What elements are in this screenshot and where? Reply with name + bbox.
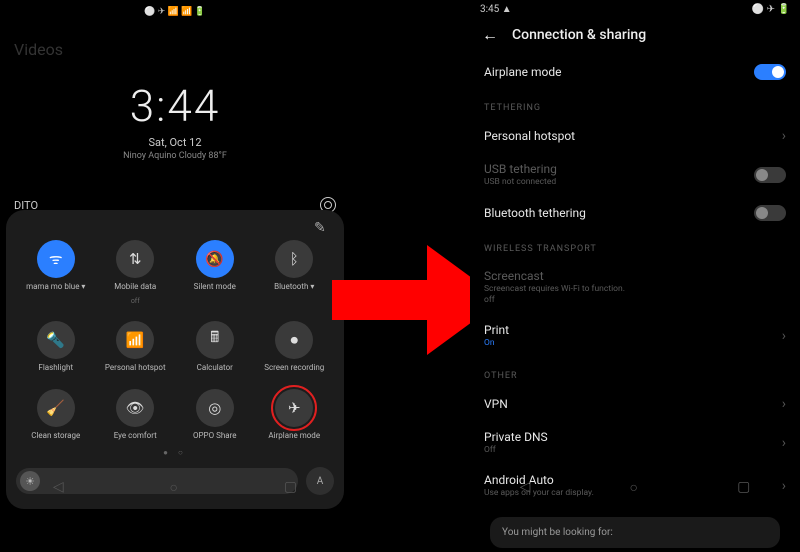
chevron-right-icon: › <box>782 396 786 412</box>
row-label: Print <box>484 323 509 337</box>
status-icons: ⚪ ✈ 📶 📶 🔋 <box>144 7 205 17</box>
qs-tile-label: OPPO Share <box>193 432 236 441</box>
nav-home[interactable]: ○ <box>170 479 178 496</box>
qs-tile-icon[interactable]: ✈ <box>275 389 313 427</box>
nav-bar: ◁ ○ ▢ <box>0 479 350 496</box>
nav-recent[interactable]: ▢ <box>284 479 297 496</box>
qs-tile-label: Personal hotspot <box>105 364 166 373</box>
row-private-dns[interactable]: Private DNS Off › <box>484 421 786 464</box>
qs-tile-label: Eye comfort <box>114 432 157 441</box>
settings-header: ← Connection & sharing <box>470 19 800 51</box>
qs-tile-icon[interactable]: ⏺ <box>275 321 313 359</box>
qs-tile-calculator[interactable]: 🖩 Calculator <box>175 321 255 373</box>
back-button[interactable]: ← <box>482 25 498 45</box>
clock-time: 3:44 <box>0 80 350 132</box>
row-sublabel: Screencast requires Wi-Fi to function. <box>484 284 625 294</box>
videos-label: Videos <box>14 40 63 59</box>
qs-tile-icon[interactable]: ᛒ <box>275 240 313 278</box>
row-label: Screencast <box>484 269 625 283</box>
row-usb-tethering: USB tethering USB not connected <box>484 153 786 196</box>
row-value: Off <box>484 445 548 455</box>
row-screencast: Screencast Screencast requires Wi-Fi to … <box>484 260 786 314</box>
row-airplane-mode[interactable]: Airplane mode <box>484 55 786 89</box>
qs-tile-flashlight[interactable]: 🔦 Flashlight <box>16 321 96 373</box>
qs-tile-sublabel: off <box>131 297 140 305</box>
quick-settings-screen: ⚪ ✈ 📶 📶 🔋 Videos 3:44 Sat, Oct 12 Ninoy … <box>0 0 350 500</box>
row-label: VPN <box>484 397 508 411</box>
qs-tile-label: Flashlight <box>38 364 73 373</box>
section-wireless: WIRELESS TRANSPORT <box>484 244 786 254</box>
row-bluetooth-tethering[interactable]: Bluetooth tethering <box>484 196 786 230</box>
qs-tile-label: Airplane mode <box>268 432 320 441</box>
quick-settings-panel: ✎ ᯤ mama mo blue ▾ ⇅ Mobile data off 🔕 Silent … <box>6 210 344 509</box>
qs-tile-eye-comfort[interactable]: 👁 Eye comfort <box>96 389 176 441</box>
page-title: Connection & sharing <box>512 27 646 43</box>
status-bar: ⚪ ✈ 📶 📶 🔋 <box>0 4 350 20</box>
row-value: On <box>484 338 509 348</box>
qs-tile-mobile-data[interactable]: ⇅ Mobile data off <box>96 240 176 305</box>
settings-screen: 3:45 ▲ ⚪ ✈ 🔋 ← Connection & sharing Airp… <box>470 0 800 500</box>
chevron-right-icon: › <box>782 128 786 144</box>
status-time: 3:45 ▲ <box>480 4 512 15</box>
row-label: USB tethering <box>484 162 557 176</box>
qs-tile-label: Clean storage <box>31 432 80 441</box>
lock-clock: 3:44 Sat, Oct 12 Ninoy Aquino Cloudy 88°… <box>0 80 350 161</box>
qs-tile-label: Calculator <box>197 364 233 373</box>
bluetooth-tether-toggle[interactable] <box>754 205 786 221</box>
section-tethering: TETHERING <box>484 103 786 113</box>
clock-weather: Ninoy Aquino Cloudy 88°F <box>0 151 350 161</box>
page-indicator: ● ○ <box>16 448 334 457</box>
status-icons: ⚪ ✈ 🔋 <box>752 4 790 15</box>
nav-back[interactable]: ◁ <box>53 479 64 496</box>
qs-tile-icon[interactable]: 🧹 <box>37 389 75 427</box>
suggestion-card[interactable]: You might be looking for: <box>490 517 780 548</box>
row-vpn[interactable]: VPN › <box>484 387 786 421</box>
qs-tile-label: Mobile data <box>114 283 156 292</box>
qs-tile-icon[interactable]: 🔦 <box>37 321 75 359</box>
status-bar: 3:45 ▲ ⚪ ✈ 🔋 <box>470 0 800 19</box>
chevron-right-icon: › <box>782 328 786 344</box>
qs-tile-icon[interactable]: 🖩 <box>196 321 234 359</box>
airplane-toggle[interactable] <box>754 64 786 80</box>
qs-tile-label: mama mo blue ▾ <box>26 283 85 292</box>
row-label: Bluetooth tethering <box>484 206 586 220</box>
qs-tile-silent-mode[interactable]: 🔕 Silent mode <box>175 240 255 305</box>
clock-date: Sat, Oct 12 <box>0 136 350 149</box>
qs-tile-personal-hotspot[interactable]: 📶 Personal hotspot <box>96 321 176 373</box>
row-sublabel: USB not connected <box>484 177 557 187</box>
qs-tile-icon[interactable]: 🔕 <box>196 240 234 278</box>
edit-tiles-icon[interactable]: ✎ <box>314 220 330 236</box>
qs-tile-label: Screen recording <box>264 364 324 373</box>
qs-tile-bluetooth[interactable]: ᛒ Bluetooth ▾ <box>255 240 335 305</box>
qs-tile-screen-recording[interactable]: ⏺ Screen recording <box>255 321 335 373</box>
nav-recent[interactable]: ▢ <box>737 479 750 496</box>
row-value: off <box>484 295 625 305</box>
section-other: OTHER <box>484 371 786 381</box>
row-personal-hotspot[interactable]: Personal hotspot › <box>484 119 786 153</box>
row-print[interactable]: Print On › <box>484 314 786 357</box>
usb-tether-toggle <box>754 167 786 183</box>
qs-tile-airplane-mode[interactable]: ✈ Airplane mode <box>255 389 335 441</box>
row-label: Private DNS <box>484 430 548 444</box>
qs-tile-icon[interactable]: ◎ <box>196 389 234 427</box>
row-label: Personal hotspot <box>484 129 575 143</box>
qs-tile-icon[interactable]: ⇅ <box>116 240 154 278</box>
nav-back[interactable]: ◁ <box>520 479 531 496</box>
row-label: Airplane mode <box>484 65 561 79</box>
qs-tile-icon[interactable]: 👁 <box>116 389 154 427</box>
chevron-right-icon: › <box>782 435 786 451</box>
qs-tile-mama-mo-blue[interactable]: ᯤ mama mo blue ▾ <box>16 240 96 305</box>
qs-tile-label: Bluetooth ▾ <box>274 283 314 292</box>
nav-home[interactable]: ○ <box>630 479 638 496</box>
qs-tile-clean-storage[interactable]: 🧹 Clean storage <box>16 389 96 441</box>
qs-tile-oppo-share[interactable]: ◎ OPPO Share <box>175 389 255 441</box>
qs-tile-label: Silent mode <box>194 283 236 292</box>
qs-tile-icon[interactable]: 📶 <box>116 321 154 359</box>
qs-tile-icon[interactable]: ᯤ <box>37 240 75 278</box>
nav-bar: ◁ ○ ▢ <box>470 479 800 496</box>
